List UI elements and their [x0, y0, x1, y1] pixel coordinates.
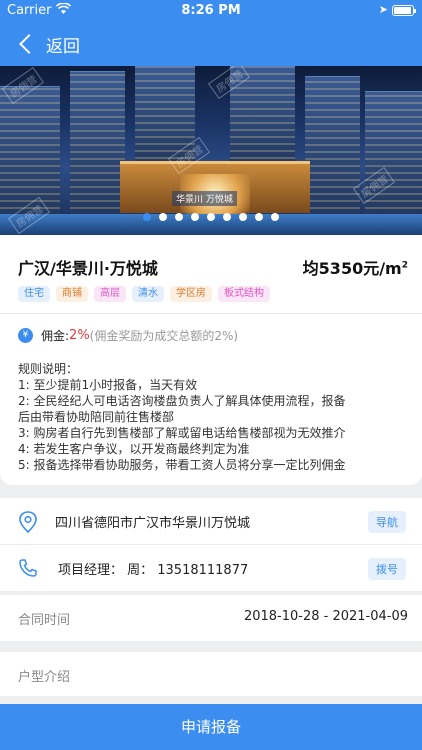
- property-info-card: 广汉/华景川·万悦城 均5350元/m2 住宅 商铺 高层 清水 学区房 板式结构 ¥ 佣…: [0, 235, 422, 485]
- price-text: 均5350元/m: [302, 259, 402, 278]
- carousel-dot[interactable]: [159, 213, 167, 221]
- contract-dates: 2018-10-28 - 2021-04-09: [243, 609, 408, 624]
- carousel-dot[interactable]: [207, 213, 215, 221]
- rule-line: 4: 若发生客户争议，以开发商最终判定为准: [18, 442, 250, 456]
- yen-icon: ¥: [18, 328, 33, 343]
- property-tag: 住宅: [18, 286, 50, 302]
- layout-row[interactable]: 户型介绍: [0, 652, 422, 696]
- building-shape: [70, 71, 125, 216]
- manager-row: 项目经理： 周： 13518111877 拨号: [0, 545, 422, 591]
- tag-list: 住宅 商铺 高层 清水 学区房 板式结构: [18, 286, 270, 302]
- carousel-dot[interactable]: [271, 213, 279, 221]
- building-shape: [305, 76, 360, 216]
- rule-line: 5: 报备选择带看协助服务，带看工资人员将分享一定比列佣金: [18, 458, 346, 472]
- address-text: 四川省德阳市广汉市华景川万悦城: [55, 516, 251, 531]
- battery-icon: [392, 5, 416, 16]
- property-tag: 学区房: [170, 286, 212, 302]
- contract-row: 合同时间 2018-10-28 - 2021-04-09: [0, 595, 422, 641]
- commission-value: 2%: [69, 328, 90, 343]
- address-row: 四川省德阳市广汉市华景川万悦城 导航: [0, 498, 422, 544]
- manager-text: 项目经理： 周： 13518111877: [58, 563, 249, 578]
- nav-bar: 返回: [0, 22, 422, 66]
- property-tag: 高层: [94, 286, 126, 302]
- back-button[interactable]: 返回: [14, 30, 80, 58]
- commission-row: ¥ 佣金: 2% (佣金奖励为成交总额的2%): [18, 327, 238, 344]
- back-label: 返回: [46, 36, 80, 57]
- call-button[interactable]: 拨号: [368, 558, 406, 580]
- carousel-dot[interactable]: [255, 213, 263, 221]
- carousel-dot[interactable]: [191, 213, 199, 221]
- rule-line: 后由带看协助陪同前往售楼部: [18, 410, 175, 424]
- property-tag: 商铺: [56, 286, 88, 302]
- chevron-left-icon: [19, 34, 39, 54]
- banner-sign: 华景川 万悦城: [172, 191, 237, 206]
- rules-block: 规则说明： 1: 至少提前1小时报备，当天有效 2: 全民经纪人可电话咨询楼盘负…: [18, 361, 413, 473]
- rule-line: 1: 至少提前1小时报备，当天有效: [18, 378, 198, 392]
- phone-icon: [18, 558, 38, 578]
- rule-line: 2: 全民经纪人可电话咨询楼盘负责人了解具体使用流程，报备: [18, 394, 346, 408]
- carousel-dot[interactable]: [223, 213, 231, 221]
- contract-label: 合同时间: [18, 613, 71, 628]
- clock: 8:26 PM: [181, 3, 241, 18]
- rules-heading: 规则说明：: [18, 362, 79, 376]
- carousel-dot[interactable]: [143, 213, 151, 221]
- location-pin-icon: [18, 511, 38, 534]
- navigate-button[interactable]: 导航: [368, 511, 406, 533]
- price-unit-sup: 2: [401, 260, 408, 271]
- location-arrow-icon: ➤: [378, 3, 388, 16]
- divider: [0, 313, 422, 314]
- property-tag: 板式结构: [218, 286, 270, 302]
- carousel-dot[interactable]: [175, 213, 183, 221]
- commission-label: 佣金:: [41, 329, 70, 343]
- apply-report-button[interactable]: 申请报备: [0, 704, 422, 750]
- carousel-dots: [0, 213, 422, 221]
- building-shape: [0, 86, 60, 216]
- average-price: 均5350元/m2: [303, 255, 408, 279]
- carousel-dot[interactable]: [239, 213, 247, 221]
- property-tag: 清水: [132, 286, 164, 302]
- property-title: 广汉/华景川·万悦城: [18, 259, 158, 278]
- property-banner-image[interactable]: 房佣营 房佣营 房佣营 房佣营 房佣营: [0, 66, 422, 235]
- layout-label: 户型介绍: [18, 670, 71, 685]
- status-bar: Carrier 8:26 PM ➤: [0, 0, 422, 22]
- commission-note: (佣金奖励为成交总额的2%): [89, 329, 239, 343]
- rule-line: 3: 购房者自行先到售楼部了解或留电话给售楼部视为无效推介: [18, 426, 346, 440]
